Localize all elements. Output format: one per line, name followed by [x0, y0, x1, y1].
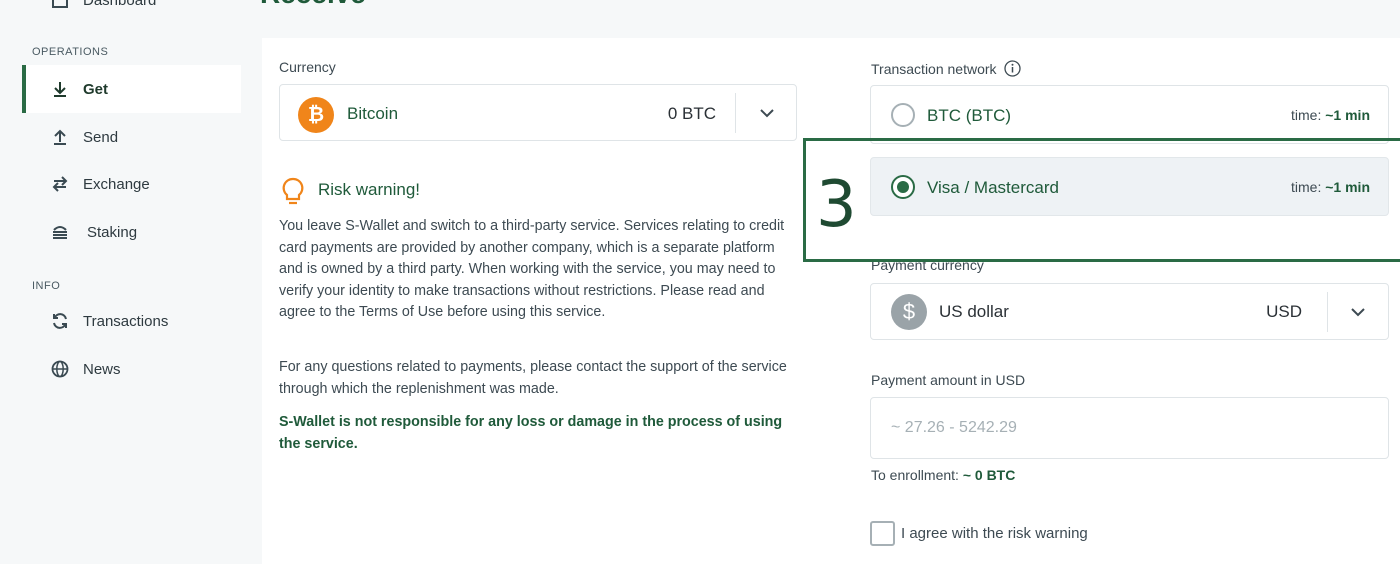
upload-icon	[50, 127, 70, 147]
time-label: time:	[1291, 107, 1322, 123]
payment-currency-select[interactable]: $ US dollar USD	[870, 283, 1389, 340]
currency-label: Currency	[279, 59, 336, 75]
bitcoin-icon: ₿	[298, 97, 334, 133]
lightbulb-icon	[280, 177, 306, 212]
info-icon[interactable]	[1004, 60, 1022, 80]
sidebar-item-news[interactable]: News	[22, 345, 241, 393]
select-divider	[735, 93, 736, 133]
info-section-label: INFO	[32, 280, 61, 292]
liability-paragraph: S-Wallet is not responsible for any loss…	[279, 414, 783, 452]
support-paragraph: For any questions related to payments, p…	[279, 359, 787, 397]
risk-warning-paragraph: You leave S-Wallet and switch to a third…	[279, 218, 785, 320]
payment-currency-code: USD	[1266, 302, 1302, 321]
download-icon	[50, 79, 70, 99]
staking-icon	[50, 222, 70, 242]
select-divider	[1327, 292, 1328, 332]
sidebar-item-label: Dashboard	[83, 0, 157, 9]
enrollment-info: To enrollment: ~ 0 BTC	[871, 467, 1015, 483]
exchange-icon	[50, 174, 70, 194]
network-option-btc[interactable]: BTC (BTC) time: ~1 min	[870, 85, 1389, 144]
network-label-text: Transaction network	[871, 61, 997, 77]
sidebar-item-label: Get	[83, 80, 109, 98]
sidebar-item-label: Exchange	[83, 175, 150, 193]
operations-section-label: OPERATIONS	[32, 46, 109, 58]
sidebar-item-staking[interactable]: Staking	[22, 208, 241, 256]
time-value: ~1 min	[1325, 107, 1370, 123]
globe-icon	[50, 359, 70, 379]
payment-amount-label: Payment amount in USD	[871, 372, 1026, 388]
sidebar: Dashboard OPERATIONS Get Send Exchange S…	[0, 0, 262, 564]
network-radio[interactable]	[891, 103, 915, 127]
network-option-time: time: ~1 min	[1291, 107, 1370, 123]
chevron-down-icon[interactable]	[750, 103, 784, 123]
network-option-name: BTC (BTC)	[927, 106, 1012, 125]
sidebar-item-label: News	[83, 360, 121, 378]
currency-balance: 0 BTC	[667, 104, 716, 123]
sidebar-item-dashboard[interactable]: Dashboard	[22, 0, 241, 24]
currency-select[interactable]: ₿ Bitcoin 0 BTC	[279, 84, 797, 141]
step-number: 3	[816, 168, 857, 242]
network-label: Transaction network	[871, 60, 1022, 80]
currency-name: Bitcoin	[347, 104, 399, 123]
dollar-icon: $	[891, 294, 927, 330]
step-highlight-frame	[803, 138, 1400, 262]
enrollment-label: To enrollment:	[871, 467, 959, 483]
payment-amount-input[interactable]	[870, 397, 1389, 459]
sidebar-item-get[interactable]: Get	[22, 65, 241, 113]
sidebar-item-label: Transactions	[83, 312, 169, 330]
refresh-icon	[50, 311, 70, 331]
enrollment-value: ~ 0 BTC	[962, 467, 1016, 483]
payment-currency-name: US dollar	[939, 302, 1009, 321]
risk-warning-title: Risk warning!	[318, 180, 421, 199]
sidebar-item-label: Send	[83, 128, 119, 146]
sidebar-item-transactions[interactable]: Transactions	[22, 297, 241, 345]
chevron-down-icon[interactable]	[1341, 302, 1375, 322]
sidebar-item-send[interactable]: Send	[22, 113, 241, 161]
sidebar-item-exchange[interactable]: Exchange	[22, 160, 241, 208]
agree-label[interactable]: I agree with the risk warning	[901, 525, 1088, 542]
dashboard-icon	[50, 0, 70, 10]
page-title: Receive	[260, 0, 366, 10]
agree-checkbox[interactable]	[870, 521, 895, 546]
sidebar-item-label: Staking	[87, 223, 138, 241]
